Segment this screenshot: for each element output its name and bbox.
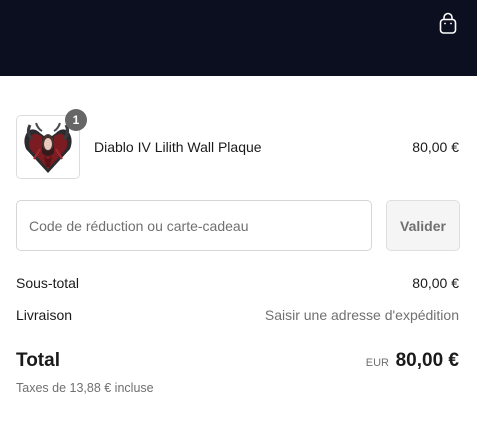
shopping-bag-icon[interactable] — [437, 12, 459, 36]
discount-code-input[interactable] — [16, 200, 372, 251]
apply-discount-button[interactable]: Valider — [386, 200, 460, 251]
top-header — [0, 0, 477, 76]
quantity-badge: 1 — [65, 109, 87, 131]
total-label: Total — [16, 350, 60, 371]
product-name: Diablo IV Lilith Wall Plaque — [94, 139, 262, 155]
subtotal-label: Sous-total — [16, 275, 80, 291]
total-amount: 80,00 € — [395, 350, 459, 371]
taxes-note: Taxes de 13,88 € incluse — [16, 381, 154, 395]
shipping-value: Saisir une adresse d'expédition — [264, 307, 459, 323]
order-summary: 1 Diablo IV Lilith Wall Plaque 80,00 € V… — [0, 76, 477, 433]
shipping-label: Livraison — [16, 307, 73, 323]
total-currency: EUR — [365, 357, 389, 369]
subtotal-value: 80,00 € — [412, 275, 459, 291]
product-price: 80,00 € — [412, 139, 459, 155]
